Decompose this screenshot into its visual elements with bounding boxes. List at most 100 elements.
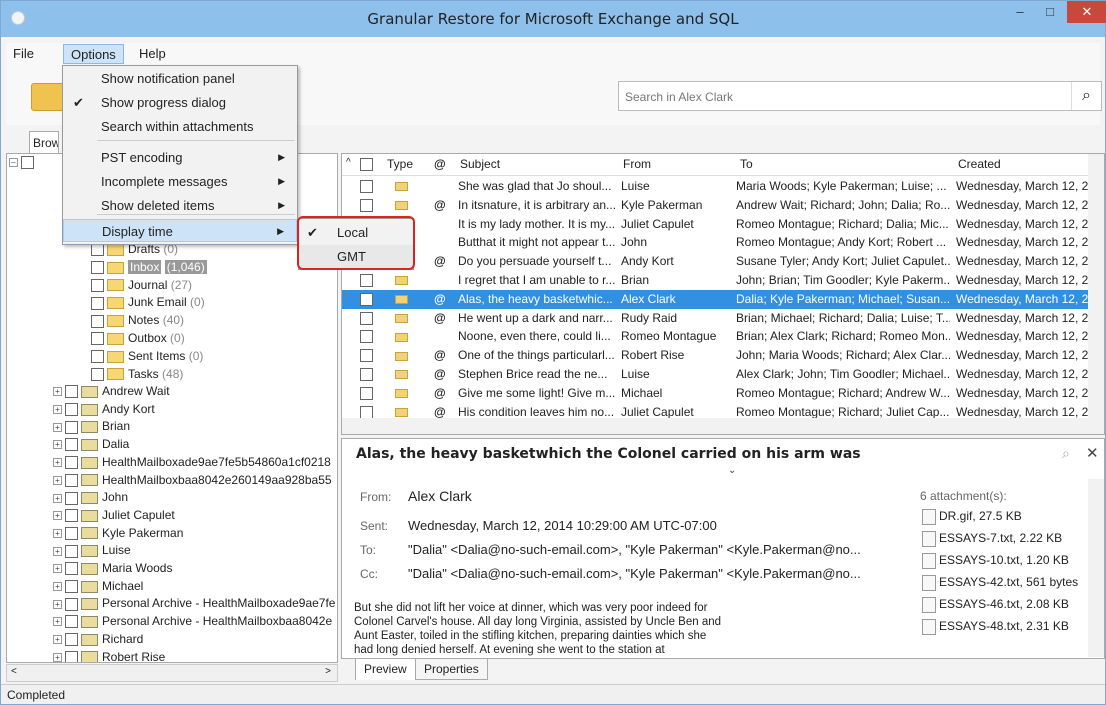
tree-folder-item[interactable]: Tasks (48) (91, 365, 183, 383)
search-icon[interactable]: ⌕ (1071, 82, 1101, 110)
attachment-item[interactable]: ESSAYS-7.txt, 2.22 KB (922, 531, 1062, 547)
envelope-icon (395, 384, 408, 403)
tree-mailbox-item[interactable]: + Andy Kort (53, 400, 155, 418)
row-created: Wednesday, March 12, 2 (956, 254, 1088, 269)
row-checkbox[interactable] (360, 368, 373, 381)
row-checkbox[interactable] (360, 405, 373, 419)
column-subject[interactable]: Subject (460, 157, 500, 171)
row-checkbox[interactable] (360, 180, 373, 193)
table-row[interactable]: Butthat it might not appear t... John Rome… (342, 233, 1104, 252)
tree-folder-item[interactable]: Sent Items (0) (91, 347, 203, 365)
cc-value: "Dalia" <Dalia@no-such-email.com>, "Kyle… (408, 566, 861, 581)
table-row[interactable]: @ Give me some light! Give m... Michael Rom… (342, 384, 1104, 403)
tree-mailbox-item[interactable]: + John (53, 488, 128, 506)
tree-mailbox-item[interactable]: + Juliet Capulet (53, 506, 175, 524)
tree-mailbox-item[interactable]: + Dalia (53, 435, 129, 453)
app-window: Granular Restore for Microsoft Exchange … (0, 0, 1106, 705)
tree-mailbox-item[interactable]: + HealthMailboxbaa8042e260149aa928ba55 (53, 471, 332, 489)
menu-options[interactable]: Options (63, 44, 124, 64)
tree-mailbox-item[interactable]: + Personal Archive - HealthMailboxade9ae7… (53, 594, 335, 612)
table-row[interactable]: @ Alas, the heavy basketwhic... Alex Clark… (342, 289, 1104, 309)
tree-horizontal-scrollbar[interactable]: < > (6, 664, 338, 682)
mailbox-icon (81, 615, 98, 628)
select-all-checkbox[interactable] (360, 158, 373, 171)
menu-bar: File Options Help (6, 43, 1100, 65)
tree-folder-item[interactable]: Outbox (0) (91, 329, 185, 347)
table-row[interactable]: I regret that I am unable to r... Brian Jo… (342, 271, 1104, 290)
tab-browse[interactable]: Brow (29, 131, 59, 153)
menu-item-show-progress-dialog[interactable]: ✔ Show progress dialog (63, 91, 297, 114)
file-icon (922, 619, 936, 635)
message-list-scrollbar[interactable] (1088, 154, 1104, 418)
close-button[interactable]: ✕ (1067, 1, 1106, 23)
table-row[interactable]: She was glad that Jo shoul... Luise Maria … (342, 177, 1104, 196)
row-created: Wednesday, March 12, 2 (956, 273, 1088, 287)
from-value: Alex Clark (408, 488, 472, 504)
table-row[interactable]: It is my lady mother. It is my... Juliet … (342, 215, 1104, 234)
attachment-item[interactable]: ESSAYS-46.txt, 2.08 KB (922, 597, 1069, 613)
column-from[interactable]: From (623, 157, 651, 171)
menu-item-pst-encoding[interactable]: PST encoding ▶ (63, 146, 297, 169)
column-type[interactable]: Type (387, 157, 413, 171)
column-created[interactable]: Created (958, 157, 1001, 171)
row-from: Robert Rise (621, 348, 685, 363)
column-to[interactable]: To (740, 157, 753, 171)
table-row[interactable]: @ Stephen Brice read the ne... Luise Alex C… (342, 365, 1104, 384)
tree-mailbox-item[interactable]: + Brian (53, 417, 130, 435)
row-checkbox[interactable] (360, 292, 373, 306)
tree-folder-item[interactable]: Junk Email (0) (91, 293, 205, 311)
tree-folder-item[interactable]: Journal (27) (91, 276, 192, 294)
table-row[interactable]: @ Do you persuade yourself t... Andy Kort S… (342, 252, 1104, 271)
collapse-arrow-icon[interactable]: ^ (346, 157, 351, 168)
tree-mailbox-item[interactable]: + Robert Rise (53, 648, 165, 662)
preview-scrollbar[interactable] (1088, 479, 1104, 657)
paperclip-icon: @ (434, 385, 446, 400)
row-to: Susane Tyler; Andy Kort; Juliet Capulet.… (736, 254, 950, 269)
table-row[interactable]: @ In itsnature, it is arbitrary an... Kyle… (342, 196, 1104, 215)
tree-mailbox-item[interactable]: + Personal Archive - HealthMailboxbaa8042… (53, 612, 332, 630)
close-preview-icon[interactable]: ✕ (1086, 444, 1099, 462)
row-checkbox[interactable] (360, 311, 373, 325)
maximize-button[interactable]: □ (1036, 1, 1064, 23)
minimize-button[interactable]: – (1006, 1, 1034, 23)
find-icon[interactable]: ⌕ (1062, 445, 1070, 462)
menu-item-search-within-attachments[interactable]: Search within attachments (63, 115, 297, 138)
message-list-horizontal-scrollbar[interactable] (342, 418, 1104, 434)
attachment-item[interactable]: ESSAYS-48.txt, 2.31 KB (922, 619, 1069, 635)
attachment-item[interactable]: DR.gif, 27.5 KB (922, 509, 1022, 525)
tree-folder-item[interactable]: Inbox (1,046) (91, 258, 207, 276)
tab-properties[interactable]: Properties (415, 658, 488, 680)
tree-mailbox-item[interactable]: + Luise (53, 541, 131, 559)
row-checkbox[interactable] (360, 386, 373, 400)
table-row[interactable]: @ He went up a dark and narr... Rudy Raid B… (342, 309, 1104, 328)
tree-mailbox-item[interactable]: + Richard (53, 630, 143, 648)
search-box[interactable]: Search in Alex Clark ⌕ (618, 81, 1102, 111)
tree-root-node[interactable]: – (9, 154, 37, 171)
search-input[interactable]: Search in Alex Clark (625, 90, 733, 104)
expand-header-icon[interactable]: ⌄ (728, 465, 736, 476)
table-row[interactable]: Noone, even there, could li... Romeo Mont… (342, 327, 1104, 346)
tab-preview[interactable]: Preview (355, 658, 416, 680)
tree-mailbox-item[interactable]: + HealthMailboxade9ae7fe5b54860a1cf0218 (53, 453, 331, 471)
mailbox-icon (81, 474, 98, 487)
menu-file[interactable]: File (6, 44, 41, 64)
attachment-column-icon[interactable]: @ (434, 157, 446, 171)
menu-item-display-time[interactable]: Display time ▶ (63, 219, 297, 242)
attachment-item[interactable]: ESSAYS-10.txt, 1.20 KB (922, 553, 1069, 569)
row-checkbox[interactable] (360, 330, 373, 344)
tree-mailbox-item[interactable]: + Maria Woods (53, 559, 172, 577)
row-checkbox[interactable] (360, 198, 373, 212)
row-to: Romeo Montague; Richard; Andrew W... (736, 385, 950, 400)
attachment-item[interactable]: ESSAYS-42.txt, 561 bytes (922, 575, 1078, 591)
tree-mailbox-item[interactable]: + Kyle Pakerman (53, 524, 183, 542)
tree-folder-item[interactable]: Notes (40) (91, 311, 184, 329)
row-checkbox[interactable] (360, 349, 373, 363)
menu-item-show-notification-panel[interactable]: Show notification panel (63, 67, 297, 90)
tree-mailbox-item[interactable]: + Michael (53, 577, 143, 595)
envelope-icon (395, 196, 408, 215)
tree-mailbox-item[interactable]: + Andrew Wait (53, 382, 170, 400)
row-checkbox[interactable] (360, 274, 373, 287)
menu-help[interactable]: Help (132, 44, 173, 64)
table-row[interactable]: @ One of the things particularl... Robert … (342, 346, 1104, 365)
menu-item-incomplete-messages[interactable]: Incomplete messages ▶ (63, 170, 297, 193)
